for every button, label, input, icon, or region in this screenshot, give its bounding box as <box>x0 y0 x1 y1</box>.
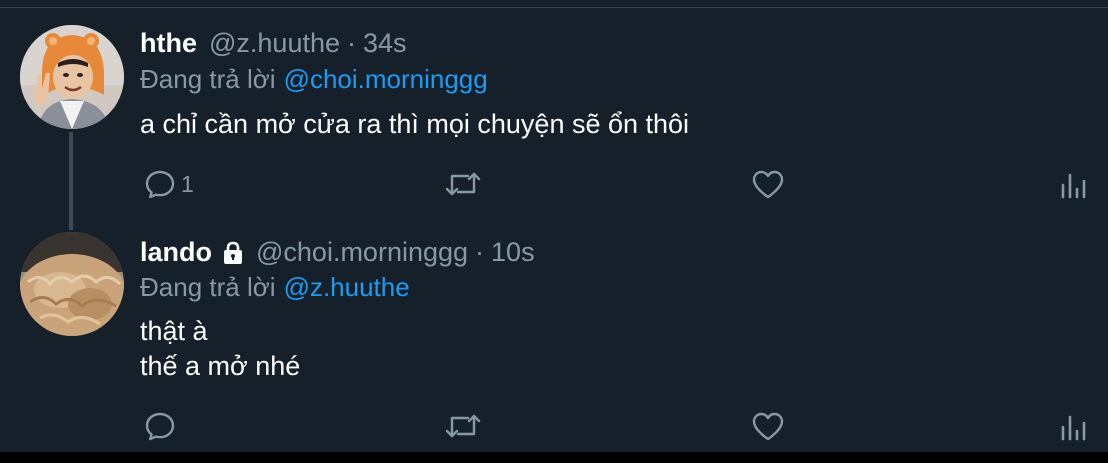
replying-to: Đang trả lời @z.huuthe <box>140 272 410 303</box>
like-button[interactable] <box>750 406 786 446</box>
tweet-header: hthe @z.huuthe · 34s <box>140 28 407 59</box>
bottom-edge <box>0 452 1108 463</box>
like-button[interactable] <box>750 164 786 204</box>
replying-to-label: Đang trả lời <box>140 64 276 94</box>
tweet-header: lando @choi.morninggg · 10s <box>140 237 535 268</box>
reply-mention-link[interactable]: @z.huuthe <box>284 272 410 302</box>
like-icon <box>752 170 784 199</box>
user-handle[interactable]: @z.huuthe <box>209 28 340 59</box>
tweet-actions: 1 <box>0 164 1108 204</box>
reply-icon <box>145 412 175 441</box>
timestamp[interactable]: 10s <box>491 237 535 268</box>
avatar-photo <box>20 25 124 129</box>
replying-to-label: Đang trả lời <box>140 272 276 302</box>
top-divider <box>0 7 1108 8</box>
separator-dot: · <box>347 28 356 58</box>
tweet-text-line: thật à <box>140 316 208 346</box>
timestamp[interactable]: 34s <box>363 28 407 59</box>
tweet-text-line: thế a mở nhé <box>140 351 301 381</box>
thread-view: hthe @z.huuthe · 34s Đang trả lời @choi.m… <box>0 0 1108 452</box>
replying-to: Đang trả lời @choi.morninggg <box>140 64 488 95</box>
reply-icon <box>145 170 175 199</box>
avatar[interactable] <box>20 232 124 336</box>
user-handle[interactable]: @choi.morninggg <box>256 237 468 268</box>
retweet-icon <box>445 414 481 438</box>
tweet-text: a chỉ cần mở cửa ra thì mọi chuyện sẽ ổn… <box>140 107 689 142</box>
like-icon <box>752 412 784 441</box>
separator-dot: · <box>475 237 485 267</box>
tweet-text: thật à thế a mở nhé <box>140 314 300 384</box>
retweet-button[interactable] <box>444 164 482 204</box>
views-icon <box>1061 173 1086 199</box>
avatar-photo <box>20 232 124 336</box>
views-button[interactable] <box>1058 406 1088 446</box>
tweet-actions <box>0 406 1108 446</box>
avatar[interactable] <box>20 25 124 129</box>
reply-button[interactable] <box>143 406 181 446</box>
lock-icon <box>224 241 242 264</box>
display-name[interactable]: lando <box>140 237 212 268</box>
reply-count: 1 <box>181 170 194 197</box>
reply-button[interactable]: 1 <box>143 164 194 204</box>
views-button[interactable] <box>1058 164 1088 204</box>
display-name[interactable]: hthe <box>140 28 197 59</box>
retweet-icon <box>445 172 481 196</box>
retweet-button[interactable] <box>444 406 482 446</box>
tweet-text-line: a chỉ cần mở cửa ra thì mọi chuyện sẽ ổn… <box>140 109 690 139</box>
views-icon <box>1061 415 1086 441</box>
reply-mention-link[interactable]: @choi.morninggg <box>284 64 488 94</box>
